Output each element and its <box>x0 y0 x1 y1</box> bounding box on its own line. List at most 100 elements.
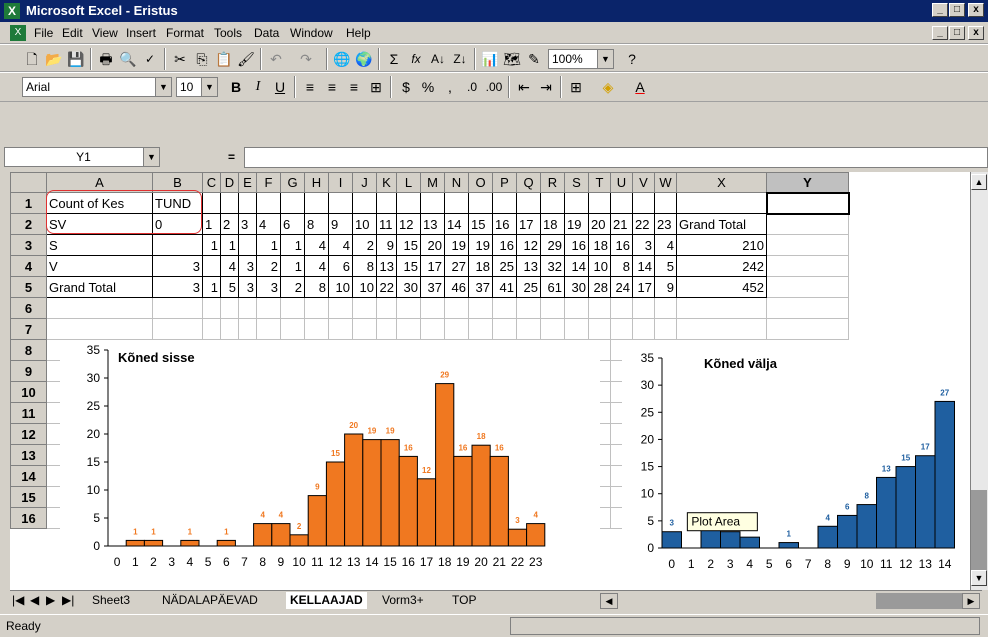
cell-j4[interactable]: 8 <box>352 255 377 277</box>
cell-a2[interactable]: SV <box>46 213 153 235</box>
font-color-icon[interactable]: A <box>630 77 650 97</box>
column-header-a[interactable]: A <box>46 172 153 193</box>
cell-s4[interactable]: 14 <box>564 255 589 277</box>
workbook-icon[interactable]: X <box>10 25 26 41</box>
cell-r4[interactable]: 32 <box>540 255 565 277</box>
column-header-n[interactable]: N <box>444 172 469 193</box>
cell-c1[interactable] <box>202 192 221 214</box>
cell-x6[interactable] <box>676 297 767 319</box>
cut-icon[interactable]: ✂ <box>170 49 190 69</box>
cell-h7[interactable] <box>304 318 329 340</box>
hscroll-right-arrow-icon[interactable]: ▶ <box>962 593 980 609</box>
cell-m4[interactable]: 17 <box>420 255 445 277</box>
cell-x7[interactable] <box>676 318 767 340</box>
cell-d5[interactable]: 5 <box>220 276 239 298</box>
cell-y3[interactable] <box>766 234 849 256</box>
cell-u6[interactable] <box>610 297 633 319</box>
cell-r6[interactable] <box>540 297 565 319</box>
tab-kellaajad[interactable]: KELLAAJAD <box>286 592 367 609</box>
column-header-c[interactable]: C <box>202 172 221 193</box>
cell-j6[interactable] <box>352 297 377 319</box>
column-header-b[interactable]: B <box>152 172 203 193</box>
column-header-k[interactable]: K <box>376 172 397 193</box>
cell-p6[interactable] <box>492 297 517 319</box>
align-center-icon[interactable]: ≡ <box>322 77 342 97</box>
paste-icon[interactable]: 📋 <box>214 49 234 69</box>
cell-g6[interactable] <box>280 297 305 319</box>
row-header-4[interactable]: 4 <box>10 255 47 277</box>
cell-t5[interactable]: 28 <box>588 276 611 298</box>
fill-color-icon[interactable]: ◈ <box>598 77 618 97</box>
cell-y1[interactable] <box>765 191 850 215</box>
menu-help[interactable]: Help <box>346 26 371 40</box>
cell-c7[interactable] <box>202 318 221 340</box>
cell-h3[interactable]: 4 <box>304 234 329 256</box>
close-button[interactable]: x <box>968 3 984 17</box>
column-header-j[interactable]: J <box>352 172 377 193</box>
cell-v1[interactable] <box>632 192 655 214</box>
cell-f1[interactable] <box>256 192 281 214</box>
cell-v4[interactable]: 14 <box>632 255 655 277</box>
column-header-u[interactable]: U <box>610 172 633 193</box>
column-header-l[interactable]: L <box>396 172 421 193</box>
worksheet-grid[interactable]: A B C D E F G H I J K L M N O P Q R S T U V W X Y 1 Count of Kes TU… <box>10 172 982 590</box>
cell-h6[interactable] <box>304 297 329 319</box>
row-header-2[interactable]: 2 <box>10 213 47 235</box>
tab-top[interactable]: TOP <box>452 592 476 609</box>
comma-icon[interactable]: , <box>440 77 460 97</box>
cell-n7[interactable] <box>444 318 469 340</box>
cell-p4[interactable]: 25 <box>492 255 517 277</box>
cell-w6[interactable] <box>654 297 677 319</box>
cell-i1[interactable] <box>328 192 353 214</box>
format-painter-icon[interactable]: 🖌 <box>236 49 256 69</box>
cell-o6[interactable] <box>468 297 493 319</box>
cell-b5[interactable]: 3 <box>152 276 203 298</box>
cell-o3[interactable]: 19 <box>468 234 493 256</box>
cell-x2[interactable]: Grand Total <box>676 213 767 235</box>
cell-j2[interactable]: 10 <box>352 213 377 235</box>
column-header-d[interactable]: D <box>220 172 239 193</box>
tab-vorm3[interactable]: Vorm3+ <box>382 592 424 609</box>
cell-s5[interactable]: 30 <box>564 276 589 298</box>
cell-w1[interactable] <box>654 192 677 214</box>
cell-t2[interactable]: 20 <box>588 213 611 235</box>
cell-n2[interactable]: 14 <box>444 213 469 235</box>
cell-c6[interactable] <box>202 297 221 319</box>
cell-m1[interactable] <box>420 192 445 214</box>
cell-l4[interactable]: 15 <box>396 255 421 277</box>
cell-l3[interactable]: 15 <box>396 234 421 256</box>
merge-center-icon[interactable]: ⊞ <box>366 77 386 97</box>
cell-n1[interactable] <box>444 192 469 214</box>
chart-wizard-icon[interactable]: 📊 <box>480 49 500 69</box>
cell-j1[interactable] <box>352 192 377 214</box>
cell-m3[interactable]: 20 <box>420 234 445 256</box>
cell-i5[interactable]: 10 <box>328 276 353 298</box>
decrease-indent-icon[interactable]: ⇤ <box>514 77 534 97</box>
cell-g3[interactable]: 1 <box>280 234 305 256</box>
cell-i6[interactable] <box>328 297 353 319</box>
cell-y4[interactable] <box>766 255 849 277</box>
doc-restore-button[interactable]: □ <box>949 26 965 40</box>
cell-y5[interactable] <box>766 276 849 298</box>
row-header-6[interactable]: 6 <box>10 297 47 319</box>
column-header-x[interactable]: X <box>676 172 767 193</box>
cell-j7[interactable] <box>352 318 377 340</box>
font-select[interactable]: Arial ▼ <box>22 77 172 97</box>
cell-s1[interactable] <box>564 192 589 214</box>
map-icon[interactable]: 🗺 <box>502 49 522 69</box>
bold-icon[interactable]: B <box>226 77 246 97</box>
column-header-h[interactable]: H <box>304 172 329 193</box>
cell-f7[interactable] <box>256 318 281 340</box>
cell-r7[interactable] <box>540 318 565 340</box>
scrollbar-thumb[interactable] <box>971 490 987 570</box>
cell-e1[interactable] <box>238 192 257 214</box>
cell-m7[interactable] <box>420 318 445 340</box>
cell-d1[interactable] <box>220 192 239 214</box>
cell-s6[interactable] <box>564 297 589 319</box>
column-header-o[interactable]: O <box>468 172 493 193</box>
scroll-down-arrow-icon[interactable]: ▼ <box>971 570 987 586</box>
cell-t6[interactable] <box>588 297 611 319</box>
cell-p3[interactable]: 16 <box>492 234 517 256</box>
cell-y2[interactable] <box>766 213 849 235</box>
minimize-button[interactable]: _ <box>932 3 948 17</box>
